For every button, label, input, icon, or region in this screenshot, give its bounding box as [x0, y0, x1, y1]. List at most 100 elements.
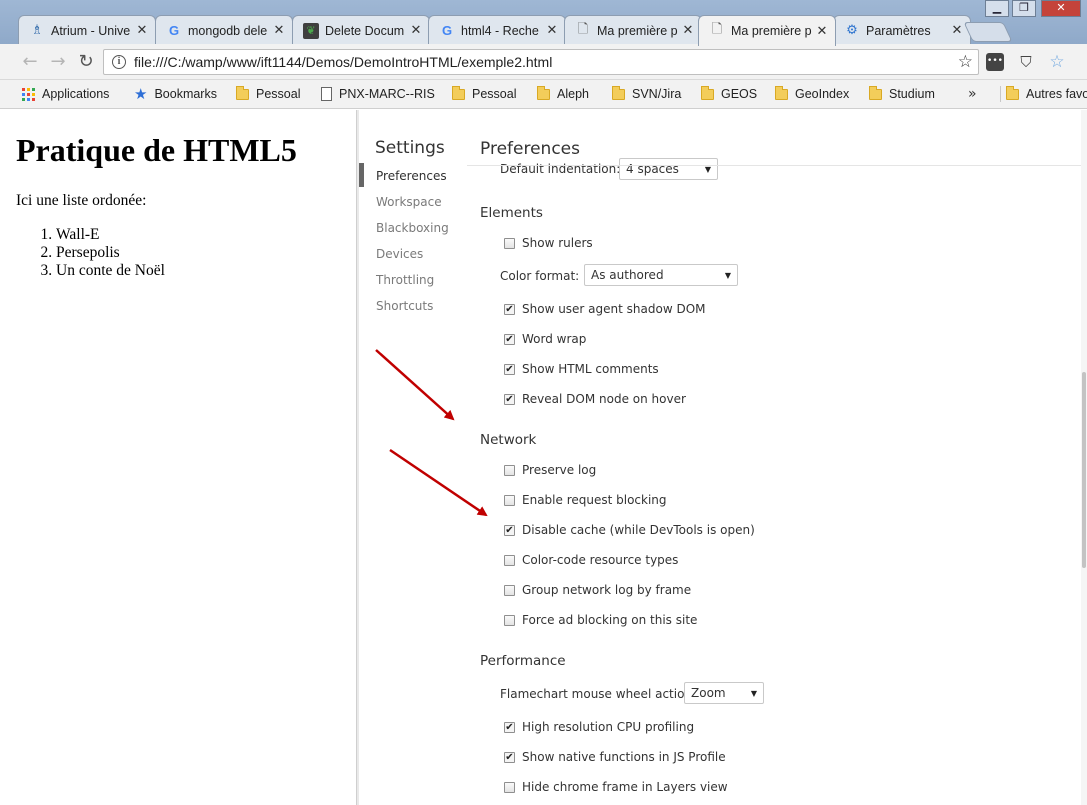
dropdown-caret-icon: ▼	[750, 688, 757, 698]
close-window-icon[interactable]: ✕	[1041, 0, 1081, 17]
unchecked-checkbox-icon[interactable]	[504, 584, 515, 596]
show-rulers-checkbox[interactable]: Show rulers	[504, 236, 593, 250]
dropdown-caret-icon: ▼	[724, 270, 731, 280]
favorites-star-icon[interactable]: ☆	[1048, 53, 1066, 71]
page-info-icon[interactable]: i	[112, 55, 126, 69]
bookmark-item[interactable]: Pessoal	[452, 80, 516, 108]
bookmark-item[interactable]: SVN/Jira	[612, 80, 681, 108]
bookmark-item[interactable]: GeoIndex	[775, 80, 849, 108]
setting-label: Show HTML comments	[522, 362, 659, 376]
bookmark-item[interactable]: Pessoal	[236, 80, 300, 108]
tab-close-icon[interactable]: ✕	[272, 23, 286, 38]
settings-nav-throttling[interactable]: Throttling	[376, 273, 434, 287]
forward-arrow-icon[interactable]: →	[47, 51, 69, 73]
checked-checkbox-icon[interactable]: ✔	[504, 524, 515, 536]
unchecked-checkbox-icon[interactable]	[504, 781, 515, 793]
tab-close-icon[interactable]: ✕	[545, 23, 559, 38]
browser-tab[interactable]: 🗋 Ma première p ✕	[698, 15, 836, 46]
checked-checkbox-icon[interactable]: ✔	[504, 303, 515, 315]
minimize-window-icon[interactable]: ▁	[985, 0, 1009, 17]
bookmarks-separator	[1000, 86, 1001, 102]
setting-checkbox-row[interactable]: Hide chrome frame in Layers view	[504, 780, 728, 794]
checked-checkbox-icon[interactable]: ✔	[504, 333, 515, 345]
tab-close-icon[interactable]: ✕	[681, 23, 695, 38]
bookmark-item[interactable]: Applications	[22, 80, 109, 108]
setting-checkbox-row[interactable]: ✔ High resolution CPU profiling	[504, 720, 694, 734]
back-arrow-icon[interactable]: ←	[19, 51, 41, 73]
checkbox-box[interactable]	[504, 237, 515, 249]
tab-title: html4 - Reche	[461, 23, 539, 38]
bookmark-label: Aleph	[557, 87, 589, 101]
address-url[interactable]: file:///C:/wamp/www/ift1144/Demos/DemoIn…	[134, 54, 958, 70]
folder-icon	[701, 85, 714, 100]
color-format-select[interactable]: As authored ▼	[584, 264, 738, 286]
bookmark-label: PNX-MARC--RIS	[339, 87, 435, 101]
tab-close-icon[interactable]: ✕	[409, 23, 423, 38]
browser-tab[interactable]: 🗋 Ma première p ✕	[564, 15, 702, 45]
settings-nav-preferences[interactable]: Preferences	[376, 169, 447, 183]
bookmark-item[interactable]: Studium	[869, 80, 935, 108]
browser-tab[interactable]: Ghtml4 - Reche ✕	[428, 15, 566, 45]
setting-checkbox-row[interactable]: ✔ Show user agent shadow DOM	[504, 302, 706, 316]
extension-keep-icon[interactable]: •••	[986, 53, 1004, 71]
unchecked-checkbox-icon[interactable]	[504, 494, 515, 506]
settings-nav-blackboxing[interactable]: Blackboxing	[376, 221, 449, 235]
bookmark-label: SVN/Jira	[632, 87, 682, 101]
bookmark-label: GEOS	[721, 87, 758, 101]
star-icon: ★	[134, 86, 148, 103]
tab-close-icon[interactable]: ✕	[135, 23, 149, 38]
setting-checkbox-row[interactable]: ✔ Word wrap	[504, 332, 586, 346]
unchecked-checkbox-icon[interactable]	[504, 464, 515, 476]
pocket-icon[interactable]: ⛉	[1017, 53, 1035, 71]
bookmark-item[interactable]: GEOS	[701, 80, 757, 108]
settings-nav-shortcuts[interactable]: Shortcuts	[376, 299, 433, 313]
apps-grid-icon	[22, 87, 35, 101]
setting-checkbox-row[interactable]: Color-code resource types	[504, 553, 678, 567]
tab-close-icon[interactable]: ✕	[815, 24, 829, 39]
settings-scroll-thumb[interactable]	[1082, 372, 1086, 568]
setting-checkbox-row[interactable]: ✔ Show native functions in JS Profile	[504, 750, 726, 764]
setting-checkbox-row[interactable]: ✔ Show HTML comments	[504, 362, 659, 376]
browser-tab[interactable]: Gmongodb dele ✕	[155, 15, 293, 45]
setting-checkbox-row[interactable]: Preserve log	[504, 463, 596, 477]
unchecked-checkbox-icon[interactable]	[504, 554, 515, 566]
setting-label: Group network log by frame	[522, 583, 692, 597]
checked-checkbox-icon[interactable]: ✔	[504, 363, 515, 375]
browser-tab[interactable]: ⚙ Paramètres ✕	[833, 15, 971, 45]
maximize-window-icon[interactable]: ❐	[1012, 0, 1036, 17]
setting-checkbox-row[interactable]: Group network log by frame	[504, 583, 691, 597]
setting-checkbox-row[interactable]: Enable request blocking	[504, 493, 667, 507]
tab-strip: ♗ Atrium - Unive ✕ Gmongodb dele ✕ ❦ Delete Do…	[0, 0, 1087, 46]
bookmark-item[interactable]: ★ Bookmarks	[134, 80, 217, 108]
settings-nav-workspace[interactable]: Workspace	[376, 195, 442, 209]
bookmark-label: Studium	[889, 87, 935, 101]
browser-tab[interactable]: ♗ Atrium - Unive ✕	[18, 15, 156, 45]
address-bar[interactable]: i file:///C:/wamp/www/ift1144/Demos/Demo…	[103, 49, 979, 75]
tab-close-icon[interactable]: ✕	[950, 23, 964, 38]
list-item: Persepolis	[56, 244, 165, 262]
unchecked-checkbox-icon[interactable]	[504, 614, 515, 626]
header-divider	[467, 165, 1087, 166]
checked-checkbox-icon[interactable]: ✔	[504, 721, 515, 733]
atrium-icon: ♗	[31, 23, 43, 38]
flamechart-select[interactable]: Zoom ▼	[684, 682, 764, 704]
checked-checkbox-icon[interactable]: ✔	[504, 751, 515, 763]
setting-checkbox-row[interactable]: ✔ Reveal DOM node on hover	[504, 392, 686, 406]
setting-checkbox-row[interactable]: ✔ Disable cache (while DevTools is open)	[504, 523, 755, 537]
bookmarks-overflow-chevron-icon[interactable]: »	[968, 80, 977, 108]
settings-nav-devices[interactable]: Devices	[376, 247, 423, 261]
preferences-title: Preferences	[480, 139, 580, 159]
bookmark-star-icon[interactable]: ☆	[958, 52, 973, 72]
bookmark-item[interactable]: PNX-MARC--RIS	[321, 80, 435, 108]
color-format-label: Color format:	[500, 269, 580, 283]
checked-checkbox-icon[interactable]: ✔	[504, 393, 515, 405]
browser-tab[interactable]: ❦ Delete Docum ✕	[292, 15, 430, 45]
google-icon: G	[168, 23, 180, 38]
bookmark-item[interactable]: Autres favoris	[1006, 80, 1087, 108]
default-indentation-select[interactable]: 4 spaces ▼	[619, 158, 718, 180]
new-tab-button[interactable]	[963, 22, 1013, 42]
devtools-settings-panel: Settings Preferences Workspace Blackboxi…	[359, 110, 1087, 805]
reload-icon[interactable]: ↻	[75, 51, 97, 73]
bookmark-item[interactable]: Aleph	[537, 80, 589, 108]
setting-checkbox-row[interactable]: Force ad blocking on this site	[504, 613, 697, 627]
